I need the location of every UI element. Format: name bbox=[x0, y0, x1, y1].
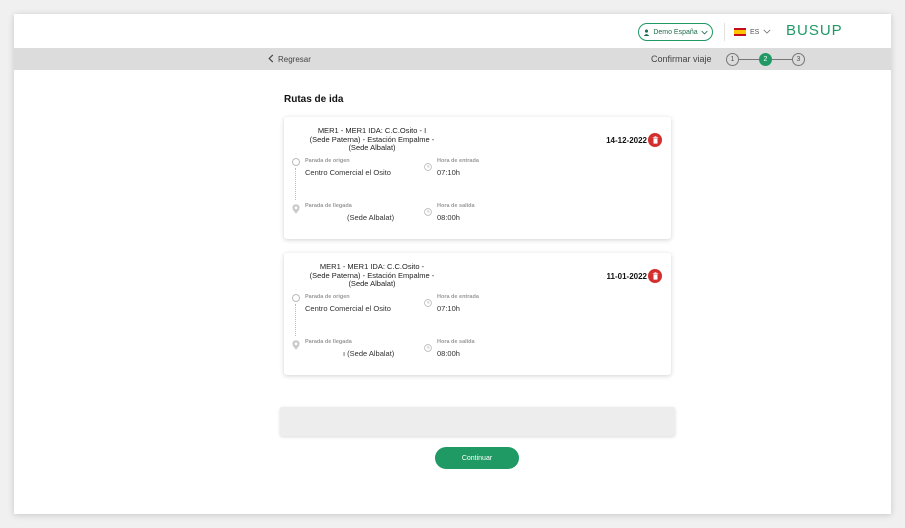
step-3: 3 bbox=[792, 52, 805, 66]
exit-time-value: 08:00h bbox=[437, 349, 460, 358]
trash-icon bbox=[652, 267, 659, 285]
origin-value: Centro Comercial el Osito bbox=[305, 168, 391, 177]
user-icon bbox=[643, 29, 650, 36]
step-indicator: 1 2 3 bbox=[726, 52, 805, 66]
route-card: MER1 - MER1 IDA: C.C.Osito - (Sede Pater… bbox=[284, 253, 671, 375]
entry-time-value: 07:10h bbox=[437, 168, 460, 177]
entry-time-value: 07:10h bbox=[437, 304, 460, 313]
step-1: 1 bbox=[726, 52, 739, 66]
step-connector bbox=[772, 58, 792, 60]
trash-icon bbox=[652, 131, 659, 149]
delete-route-button[interactable] bbox=[648, 133, 662, 147]
account-button[interactable]: Demo España bbox=[638, 23, 713, 41]
exit-time-label: Hora de salida bbox=[437, 203, 475, 209]
route-title-line: (Sede Albalat) bbox=[348, 279, 396, 288]
exit-time-label: Hora de salida bbox=[437, 339, 475, 345]
exit-time: Hora de salida 08:00h bbox=[437, 203, 475, 222]
delete-route-button[interactable] bbox=[648, 269, 662, 283]
account-label: Demo España bbox=[653, 28, 698, 36]
clock-icon bbox=[424, 294, 432, 307]
app-frame: Demo España ES BUSUP Regresar Confirmar … bbox=[14, 14, 891, 514]
destination-label: Parada de llegada bbox=[305, 339, 352, 345]
continue-button[interactable]: Continuar bbox=[435, 447, 519, 469]
destination-stop: Parada de llegada (Sede Albalat) bbox=[305, 203, 394, 222]
back-label: Regresar bbox=[278, 54, 311, 64]
back-link[interactable]: Regresar bbox=[268, 53, 311, 65]
origin-stop: Parada de origen Centro Comercial el Osi… bbox=[305, 158, 391, 177]
current-step-label: Confirmar viaje bbox=[651, 54, 712, 64]
destination-stop: Parada de llegada ı (Sede Albalat) bbox=[305, 339, 394, 358]
info-box bbox=[280, 407, 675, 436]
origin-stop: Parada de origen Centro Comercial el Osi… bbox=[305, 294, 391, 313]
destination-value: ı (Sede Albalat) bbox=[343, 349, 395, 358]
top-header: Demo España ES BUSUP bbox=[14, 14, 891, 48]
clock-icon bbox=[424, 203, 432, 216]
destination-label: Parada de llegada bbox=[305, 203, 352, 209]
route-dotted-line bbox=[295, 304, 296, 336]
chevron-down-icon bbox=[701, 30, 708, 35]
origin-stop-icon bbox=[292, 294, 300, 302]
origin-label: Parada de origen bbox=[305, 158, 350, 164]
route-title-line: (Sede Albalat) bbox=[348, 143, 396, 152]
brand-logo[interactable]: BUSUP bbox=[786, 22, 843, 39]
step-connector bbox=[739, 58, 759, 60]
route-dotted-line bbox=[295, 168, 296, 200]
route-date: 14-12-2022 bbox=[606, 136, 647, 145]
route-date: 11-01-2022 bbox=[606, 272, 647, 281]
header-divider bbox=[724, 23, 725, 41]
exit-time-value: 08:00h bbox=[437, 213, 460, 222]
entry-time-label: Hora de entrada bbox=[437, 158, 479, 164]
entry-time-label: Hora de entrada bbox=[437, 294, 479, 300]
section-title: Rutas de ida bbox=[284, 94, 344, 105]
clock-icon bbox=[424, 339, 432, 352]
location-pin-icon bbox=[292, 337, 300, 350]
entry-time: Hora de entrada 07:10h bbox=[437, 294, 479, 313]
route-card: MER1 - MER1 IDA: C.C.Osito - I (Sede Pat… bbox=[284, 117, 671, 239]
route-title: MER1 - MER1 IDA: C.C.Osito - (Sede Pater… bbox=[292, 262, 452, 289]
destination-value: (Sede Albalat) bbox=[347, 213, 395, 222]
chevron-down-icon bbox=[763, 29, 771, 36]
step-navbar: Regresar Confirmar viaje 1 2 3 bbox=[14, 48, 891, 70]
clock-icon bbox=[424, 158, 432, 171]
route-title: MER1 - MER1 IDA: C.C.Osito - I (Sede Pat… bbox=[292, 126, 452, 153]
origin-stop-icon bbox=[292, 158, 300, 166]
chevron-left-icon bbox=[268, 53, 274, 65]
step-2: 2 bbox=[759, 52, 772, 66]
spain-flag-icon bbox=[734, 28, 746, 36]
origin-label: Parada de origen bbox=[305, 294, 350, 300]
language-label: ES bbox=[750, 28, 760, 36]
entry-time: Hora de entrada 07:10h bbox=[437, 158, 479, 177]
location-pin-icon bbox=[292, 201, 300, 214]
exit-time: Hora de salida 08:00h bbox=[437, 339, 475, 358]
language-selector[interactable]: ES bbox=[734, 26, 771, 38]
origin-value: Centro Comercial el Osito bbox=[305, 304, 391, 313]
